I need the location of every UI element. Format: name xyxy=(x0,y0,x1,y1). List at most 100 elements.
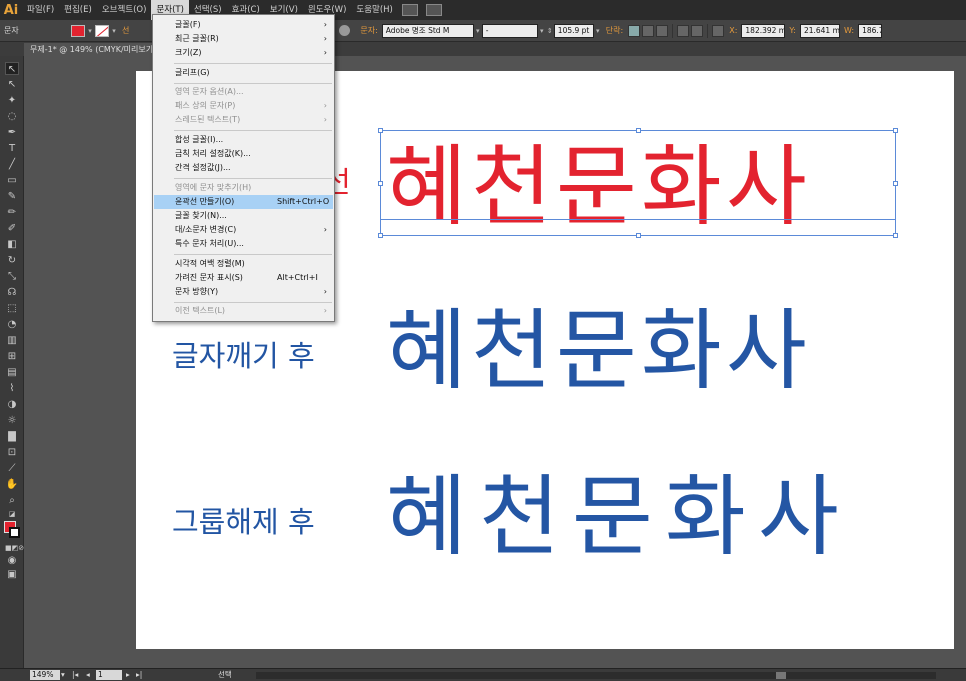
type-tool-icon[interactable]: T xyxy=(5,142,19,155)
font-style-field[interactable]: - xyxy=(481,23,538,38)
gradient-tool-icon[interactable]: ▤ xyxy=(5,366,19,379)
rectangle-tool-icon[interactable]: ▭ xyxy=(5,174,19,187)
word-row-2[interactable]: 혜천문화사 xyxy=(386,301,811,401)
blob-brush-tool-icon[interactable]: ✐ xyxy=(5,222,19,235)
resize-handle-l[interactable] xyxy=(378,181,383,186)
next-artboard-icon[interactable]: ▸ xyxy=(126,669,130,681)
selection-tool-icon[interactable]: ↖ xyxy=(5,62,19,75)
font-family-field[interactable]: Adobe 명조 Std M xyxy=(381,23,474,38)
paragraph-label[interactable]: 단락: xyxy=(602,25,627,36)
stroke-swatch[interactable] xyxy=(95,24,109,37)
artboard-number-field[interactable]: 1 xyxy=(96,670,122,680)
font-size-stepper-icon[interactable]: ⇕ xyxy=(546,25,554,37)
resize-handle-tr[interactable] xyxy=(893,128,898,133)
eyedropper-tool-icon[interactable]: ⌇ xyxy=(5,382,19,395)
font-family-dropdown-icon[interactable]: ▾ xyxy=(474,25,482,37)
x-label: X: xyxy=(729,26,738,35)
line-tool-icon[interactable]: ╱ xyxy=(5,158,19,171)
zoom-field[interactable]: 149% xyxy=(30,670,60,680)
transform-options-icon[interactable] xyxy=(691,24,704,37)
menu-help[interactable]: 도움말(H) xyxy=(351,0,397,20)
menu-item-smart-punctuation[interactable]: 특수 문자 처리(U)... xyxy=(154,237,333,251)
horizontal-scrollbar[interactable] xyxy=(256,672,936,679)
resize-handle-tl[interactable] xyxy=(378,128,383,133)
arrange-documents-icon[interactable] xyxy=(425,4,442,16)
drawing-mode-icon[interactable]: ◉ xyxy=(5,554,19,567)
font-style-dropdown-icon[interactable]: ▾ xyxy=(538,25,546,37)
selection-bounding-box[interactable] xyxy=(378,128,898,238)
menu-item-find-font[interactable]: 글꼴 찾기(N)... xyxy=(154,209,333,223)
stroke-dropdown-icon[interactable]: ▾ xyxy=(110,25,118,37)
align-right-icon[interactable] xyxy=(656,24,669,37)
direct-selection-tool-icon[interactable]: ↖ xyxy=(5,78,19,91)
column-graph-tool-icon[interactable]: ▇ xyxy=(5,430,19,443)
fill-swatch[interactable] xyxy=(71,24,85,37)
resize-handle-bl[interactable] xyxy=(378,233,383,238)
magic-wand-tool-icon[interactable]: ✦ xyxy=(5,94,19,107)
eraser-tool-icon[interactable]: ◧ xyxy=(5,238,19,251)
menu-item-recent-fonts[interactable]: 최근 글꼴(R) › xyxy=(154,32,333,46)
word-row-3[interactable]: 혜천문화사 xyxy=(386,467,851,567)
character-label[interactable]: 문자: xyxy=(356,25,381,36)
menu-edit[interactable]: 편집(E) xyxy=(59,0,97,20)
artboard-tool-icon[interactable]: ⊡ xyxy=(5,446,19,459)
align-left-icon[interactable] xyxy=(628,24,641,37)
rotate-tool-icon[interactable]: ↻ xyxy=(5,254,19,267)
recolor-icon[interactable] xyxy=(339,25,351,36)
menu-object[interactable]: 오브젝트(O) xyxy=(97,0,152,20)
app-logo: Ai xyxy=(3,2,19,18)
screen-mode-icon[interactable]: ▣ xyxy=(5,568,19,581)
x-field[interactable]: 182.392 mm xyxy=(741,23,786,38)
w-field[interactable]: 186.79 xyxy=(858,23,883,38)
menu-item-create-outlines[interactable]: 윤곽선 만들기(O) Shift+Ctrl+O xyxy=(154,195,333,209)
resize-handle-b[interactable] xyxy=(636,233,641,238)
slice-tool-icon[interactable]: ⟋ xyxy=(5,462,19,475)
warp-tool-icon[interactable]: ☊ xyxy=(5,286,19,299)
pen-tool-icon[interactable]: ✒ xyxy=(5,126,19,139)
resize-handle-t[interactable] xyxy=(636,128,641,133)
zoom-dropdown-icon[interactable]: ▾ xyxy=(61,669,65,681)
menu-item-change-case[interactable]: 대/소문자 변경(C) › xyxy=(154,223,333,237)
scale-tool-icon[interactable]: ⤡ xyxy=(5,270,19,283)
font-size-field[interactable]: 105.9 pt xyxy=(553,23,594,38)
lasso-tool-icon[interactable]: ◌ xyxy=(5,110,19,123)
symbol-sprayer-tool-icon[interactable]: ☼ xyxy=(5,414,19,427)
mesh-tool-icon[interactable]: ⊞ xyxy=(5,350,19,363)
resize-handle-r[interactable] xyxy=(893,181,898,186)
menu-item-composite-fonts[interactable]: 합성 글꼴(I)... xyxy=(154,133,333,147)
prev-artboard-icon[interactable]: ◂ xyxy=(86,669,90,681)
default-colors-icon[interactable]: ◪ xyxy=(5,508,19,521)
document-tab[interactable]: 무제-1* @ 149% (CMYK/미리보기) xyxy=(24,43,154,56)
menu-item-kinsoku-settings[interactable]: 금칙 처리 설정값(K)... xyxy=(154,147,333,161)
fill-dropdown-icon[interactable]: ▾ xyxy=(86,25,94,37)
menu-item-font[interactable]: 글꼴(F) › xyxy=(154,18,333,32)
free-transform-tool-icon[interactable]: ⬚ xyxy=(5,302,19,315)
align-center-icon[interactable] xyxy=(642,24,655,37)
submenu-arrow-icon: › xyxy=(323,306,327,315)
shape-builder-tool-icon[interactable]: ◔ xyxy=(5,318,19,331)
paintbrush-tool-icon[interactable]: ✎ xyxy=(5,190,19,203)
menu-file[interactable]: 파일(F) xyxy=(22,0,59,20)
menu-item-show-hidden-characters[interactable]: 가려진 문자 표시(S) Alt+Ctrl+I xyxy=(154,271,333,285)
resize-handle-br[interactable] xyxy=(893,233,898,238)
first-artboard-icon[interactable]: |◂ xyxy=(72,669,78,681)
font-size-dropdown-icon[interactable]: ▾ xyxy=(594,25,602,37)
last-artboard-icon[interactable]: ▸| xyxy=(136,669,142,681)
menu-item-optical-margin[interactable]: 시각적 여백 정렬(M) xyxy=(154,257,333,271)
scrollbar-thumb[interactable] xyxy=(776,672,786,679)
zoom-tool-icon[interactable]: ⌕ xyxy=(5,494,19,507)
perspective-grid-tool-icon[interactable]: ▥ xyxy=(5,334,19,347)
pencil-tool-icon[interactable]: ✏ xyxy=(5,206,19,219)
y-field[interactable]: 21.641 mm xyxy=(799,23,840,38)
align-objects-icon[interactable] xyxy=(677,24,690,37)
hand-tool-icon[interactable]: ✋ xyxy=(5,478,19,491)
menu-item-mojikumi-settings[interactable]: 간격 설정값(J)... xyxy=(154,161,333,175)
reference-point-icon[interactable] xyxy=(712,24,725,37)
bridge-icon[interactable] xyxy=(401,4,418,16)
menu-item-glyphs[interactable]: 글리프(G) xyxy=(154,66,333,80)
blend-tool-icon[interactable]: ◑ xyxy=(5,398,19,411)
menu-item-size[interactable]: 크기(Z) › xyxy=(154,46,333,60)
stroke-label[interactable]: 선 xyxy=(118,25,133,36)
stroke-color-icon[interactable] xyxy=(9,527,20,538)
menu-item-type-orientation[interactable]: 문자 방향(Y) › xyxy=(154,285,333,299)
